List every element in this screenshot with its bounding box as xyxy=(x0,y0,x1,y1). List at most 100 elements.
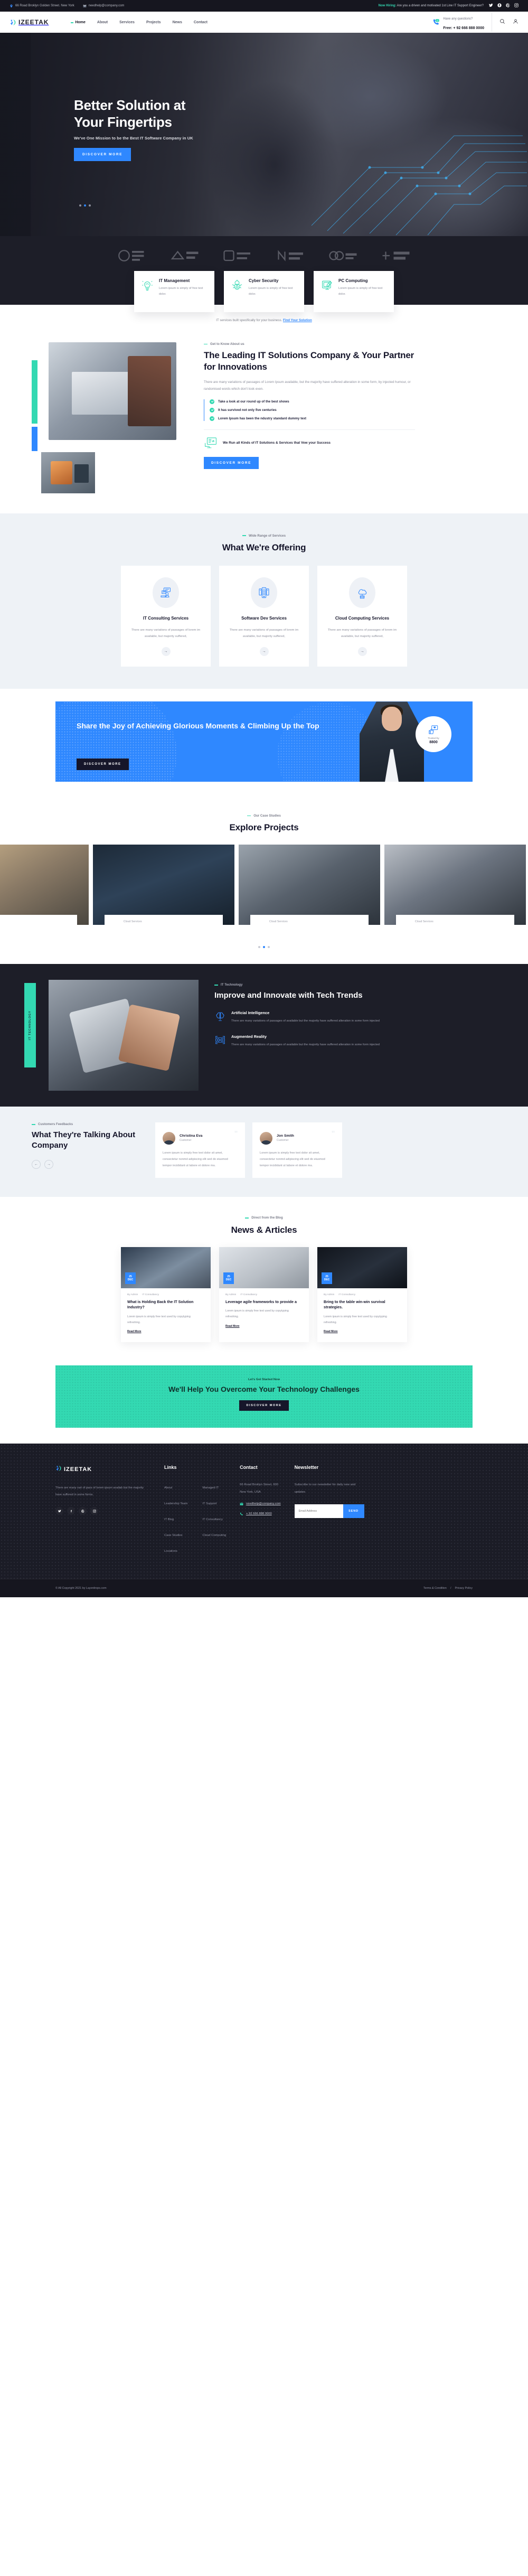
cloud-server-icon xyxy=(349,577,375,608)
user-account-icon[interactable] xyxy=(513,17,518,27)
footer-link[interactable]: IT Blog xyxy=(164,1518,174,1521)
check-text: Lorem Ipsum has been the ndustry standar… xyxy=(218,417,307,421)
project-card[interactable]: Cloud Services Research & Energy → xyxy=(384,845,526,925)
news-card[interactable]: 25 DEC By Admin IT Consultancy Bring to th… xyxy=(317,1247,407,1343)
footer-email-text: needhelp@company.com xyxy=(246,1502,281,1506)
prev-arrow-icon[interactable]: ← xyxy=(32,1159,41,1169)
news-author: By Admin xyxy=(324,1293,335,1296)
footer-link[interactable]: IT Support xyxy=(202,1502,216,1505)
pinterest-icon[interactable] xyxy=(79,1507,87,1515)
footer-link[interactable]: Case Studies xyxy=(164,1534,182,1537)
news-image: 25 DEC xyxy=(219,1247,309,1288)
cta-button[interactable]: DISCOVER MORE xyxy=(239,1400,289,1411)
projects-slider-dots[interactable] xyxy=(0,946,528,949)
check-text: It has survived not only five centuries xyxy=(218,408,277,413)
hero-section: Better Solution at Your Fingertips We've… xyxy=(0,33,528,236)
feature-card-it-management[interactable]: IT Management Lorem ipsum is simply of f… xyxy=(134,271,214,312)
trends-media: IT TECHNOLOGY xyxy=(24,980,199,1091)
footer-link[interactable]: Managed IT xyxy=(202,1486,219,1490)
newsletter-send-button[interactable]: SEND xyxy=(343,1504,364,1518)
project-card[interactable]: Cloud Services Research & Energy → xyxy=(0,845,89,925)
offering-card-it-consulting[interactable]: IT Consulting Services There are many va… xyxy=(121,566,211,667)
feature-card-pc-computing[interactable]: PC Computing Lorem ipsum is simply of fr… xyxy=(314,271,394,312)
instagram-icon[interactable] xyxy=(514,3,518,8)
joy-banner-wrapper: Share the Joy of Achieving Glorious Mome… xyxy=(0,689,528,796)
main-navigation: IZEETAK Home About Services Projects New… xyxy=(0,12,528,33)
project-card[interactable]: Cloud Services Research & Energy → xyxy=(239,845,380,925)
arrow-right-icon[interactable]: → xyxy=(357,923,362,925)
call-info[interactable]: Have any questions? Free: + 92 666 888 0… xyxy=(432,13,492,32)
nav-item-projects[interactable]: Projects xyxy=(146,21,161,24)
topbar-email[interactable]: needhelp@company.com xyxy=(83,4,124,8)
nav-item-services[interactable]: Services xyxy=(119,21,135,24)
footer-links-title: Links xyxy=(164,1465,177,1470)
nav-item-about[interactable]: About xyxy=(97,21,108,24)
site-logo[interactable]: IZEETAK xyxy=(10,18,49,26)
news-card[interactable]: 25 DEC By Admin IT Consultancy What is Hol… xyxy=(121,1247,211,1343)
hero-cta-button[interactable]: DISCOVER MORE xyxy=(74,148,131,162)
about-cta-button[interactable]: DISCOVER MORE xyxy=(204,457,259,470)
slider-dot-1[interactable] xyxy=(79,204,81,207)
read-more-link[interactable]: Read More xyxy=(225,1325,240,1328)
news-month: DEC xyxy=(225,1278,232,1281)
read-more-link[interactable]: Read More xyxy=(324,1330,338,1333)
footer-email[interactable]: needhelp@company.com xyxy=(240,1502,281,1506)
instagram-icon[interactable] xyxy=(90,1507,98,1515)
project-card[interactable]: Cloud Services Research & Energy → xyxy=(93,845,234,925)
twitter-icon[interactable] xyxy=(489,3,493,8)
footer-phone[interactable]: + 92 666 888 0000 xyxy=(240,1512,280,1516)
footer-logo[interactable]: IZEETAK xyxy=(55,1465,150,1474)
offering-card-software-dev[interactable]: Software Dev Services There are many var… xyxy=(219,566,309,667)
project-dot-3[interactable] xyxy=(268,946,270,949)
offering-card-arrow-icon[interactable]: → xyxy=(357,647,367,657)
footer-link[interactable]: IT Consultancy xyxy=(202,1518,223,1521)
read-more-link[interactable]: Read More xyxy=(127,1330,142,1333)
nav-item-news[interactable]: News xyxy=(173,21,182,24)
projects-carousel[interactable]: Cloud Services Research & Energy → Cloud… xyxy=(0,845,528,925)
copyright-text: © All Copyright 2021 by Layerdrops.com xyxy=(55,1587,107,1590)
next-arrow-icon[interactable]: → xyxy=(44,1159,53,1169)
site-footer: IZEETAK There are many vari of pass of l… xyxy=(0,1444,528,1598)
footer-link[interactable]: Locations xyxy=(164,1550,177,1553)
footer-logo-text: IZEETAK xyxy=(64,1466,92,1473)
arrow-right-icon[interactable]: → xyxy=(66,923,71,925)
arrow-right-icon[interactable]: → xyxy=(212,923,216,925)
search-icon[interactable] xyxy=(499,17,505,27)
offering-card-cloud-computing[interactable]: Cloud Computing Services There are many … xyxy=(317,566,407,667)
about-run-row: We Run all Kinds of IT Solutions & Servi… xyxy=(204,429,415,449)
terms-link[interactable]: Terms & Condition xyxy=(423,1587,447,1590)
nav-item-home[interactable]: Home xyxy=(71,21,86,24)
trends-feature: Artificial Intelligence There are many v… xyxy=(214,1010,415,1024)
project-dot-1[interactable] xyxy=(258,946,260,949)
nav-item-contact[interactable]: Contact xyxy=(194,21,208,24)
feature-card-cyber-security[interactable]: Cyber Security Lorem ipsum is simply of … xyxy=(224,271,304,312)
footer-link[interactable]: Leadership Team xyxy=(164,1502,187,1505)
slider-dot-2[interactable] xyxy=(84,204,86,207)
footer-link[interactable]: Cloud Computing xyxy=(202,1534,226,1537)
hero-slider-dots[interactable] xyxy=(79,204,91,207)
about-accent-teal xyxy=(32,360,37,424)
facebook-icon[interactable] xyxy=(67,1507,75,1515)
find-solution-link[interactable]: Find Your Solution xyxy=(283,319,312,322)
project-image xyxy=(384,845,526,925)
arrow-right-icon[interactable]: → xyxy=(503,923,508,925)
project-image xyxy=(239,845,380,925)
offering-card-arrow-icon[interactable]: → xyxy=(161,647,171,657)
hiring-notice[interactable]: Now Hiring: Are you a driven and motivat… xyxy=(379,4,484,7)
facebook-icon[interactable] xyxy=(497,3,502,8)
privacy-link[interactable]: Privacy Policy xyxy=(455,1587,473,1590)
slider-dot-3[interactable] xyxy=(89,204,91,207)
joy-cta-button[interactable]: DISCOVER MORE xyxy=(77,758,129,771)
twitter-icon[interactable] xyxy=(55,1507,63,1515)
offering-card-arrow-icon[interactable]: → xyxy=(259,647,269,657)
project-dot-2[interactable] xyxy=(263,946,265,949)
project-category: Cloud Services xyxy=(0,920,9,923)
avatar xyxy=(163,1132,175,1145)
pinterest-icon[interactable] xyxy=(506,3,510,8)
news-card[interactable]: 25 DEC By Admin IT Consultancy Leverage ag… xyxy=(219,1247,309,1343)
news-meta: By Admin IT Consultancy xyxy=(225,1294,303,1296)
quote-icon: ” xyxy=(332,1129,335,1140)
testimonials-title: What They're Talking About Company xyxy=(32,1130,136,1150)
footer-link[interactable]: About xyxy=(164,1486,172,1490)
newsletter-email-input[interactable] xyxy=(294,1504,343,1518)
